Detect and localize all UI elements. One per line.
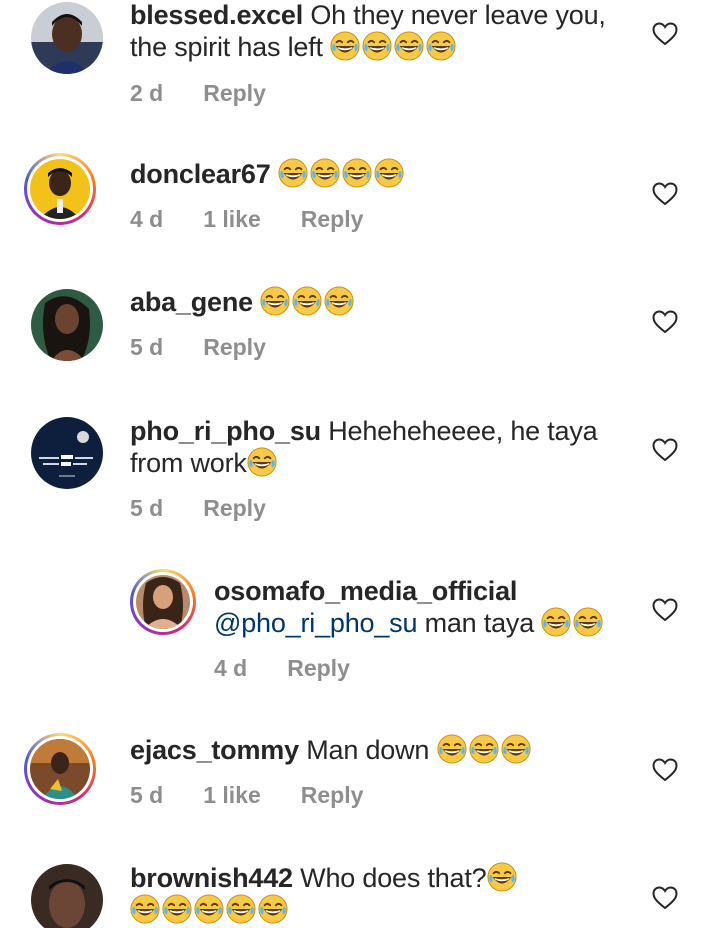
reply-button[interactable]: Reply [301, 782, 364, 809]
joy-emoji-icon [437, 734, 467, 764]
comment-likes[interactable]: 1 like [203, 782, 261, 809]
joy-emoji-icon [310, 158, 340, 188]
avatar-image [31, 289, 103, 361]
like-heart-icon[interactable] [652, 310, 678, 334]
like-heart-icon[interactable] [652, 22, 678, 46]
joy-emoji-icon [324, 286, 354, 316]
comment-text: the spirit has left [130, 32, 323, 62]
comment-text: from work [130, 448, 247, 478]
joy-emoji-icon [374, 158, 404, 188]
avatar[interactable] [31, 864, 103, 928]
comment-username[interactable]: donclear67 [130, 159, 271, 189]
reply-button[interactable]: Reply [203, 495, 266, 522]
avatar-image [136, 575, 190, 629]
avatar-image [31, 864, 103, 928]
comment-meta: 5 d Reply [130, 334, 266, 361]
joy-emoji-icon [130, 894, 160, 924]
joy-emoji-icon [247, 447, 277, 477]
comment-time: 2 d [130, 80, 164, 106]
joy-emoji-icon [260, 286, 290, 316]
avatar[interactable] [31, 2, 103, 74]
reply-button[interactable]: Reply [301, 206, 364, 233]
avatar[interactable] [31, 289, 103, 361]
avatar-image [31, 417, 103, 489]
comment-body: pho_ri_pho_su Heheheheeee, he taya from … [130, 415, 598, 479]
comment-time: 5 d [130, 495, 164, 521]
comment-body: osomafo_media_official @pho_ri_pho_su ma… [214, 575, 605, 639]
avatar[interactable] [31, 417, 103, 489]
joy-emoji-icon [292, 286, 322, 316]
reply-button[interactable]: Reply [203, 334, 266, 361]
reply-button[interactable]: Reply [203, 80, 266, 107]
joy-emoji-icon [426, 31, 456, 61]
mention-link[interactable]: @pho_ri_pho_su [214, 608, 417, 638]
joy-emoji-icon [501, 734, 531, 764]
joy-emoji-icon [226, 894, 256, 924]
joy-emoji-icon [487, 862, 517, 892]
joy-emoji-icon [342, 158, 372, 188]
comment-username[interactable]: ejacs_tommy [130, 735, 299, 765]
avatar-image [30, 159, 90, 219]
comment-username[interactable]: blessed.excel [130, 0, 303, 30]
comment-meta: 4 d 1 like Reply [130, 206, 363, 233]
avatar-image [31, 2, 103, 74]
avatar[interactable] [24, 153, 96, 225]
joy-emoji-icon [541, 607, 571, 637]
reply-button[interactable]: Reply [287, 655, 350, 682]
comment-time: 4 d [130, 206, 164, 232]
like-heart-icon[interactable] [652, 886, 678, 910]
like-heart-icon[interactable] [652, 758, 678, 782]
comment-text: Heheheheeee, he taya [328, 416, 598, 446]
comment-meta: 4 d Reply [214, 655, 350, 682]
avatar[interactable] [24, 733, 96, 805]
comment-text: Man down [306, 735, 430, 765]
avatar[interactable] [130, 569, 196, 635]
comment-likes[interactable]: 1 like [203, 206, 261, 233]
joy-emoji-icon [362, 31, 392, 61]
comment-username[interactable]: pho_ri_pho_su [130, 416, 321, 446]
like-heart-icon[interactable] [652, 598, 678, 622]
comment-text: Who does that? [300, 863, 487, 893]
comment-body: aba_gene [130, 286, 356, 318]
comment-body: blessed.excel Oh they never leave you, t… [130, 0, 606, 63]
comment-text: man taya [424, 608, 535, 638]
comment-username[interactable]: brownish442 [130, 863, 293, 893]
comment-body: brownish442 Who does that? [130, 862, 519, 926]
comment-time: 5 d [130, 782, 164, 808]
comment-username[interactable]: osomafo_media_official [214, 576, 517, 606]
like-heart-icon[interactable] [652, 438, 678, 462]
comment-time: 4 d [214, 655, 248, 681]
comment-meta: 2 d Reply [130, 80, 266, 107]
joy-emoji-icon [573, 607, 603, 637]
avatar-image [30, 739, 90, 799]
joy-emoji-icon [162, 894, 192, 924]
like-heart-icon[interactable] [652, 182, 678, 206]
comment-body: donclear67 [130, 158, 406, 190]
comment-text: Oh they never leave you, [310, 0, 606, 30]
joy-emoji-icon [194, 894, 224, 924]
joy-emoji-icon [394, 31, 424, 61]
comment-body: ejacs_tommy Man down [130, 734, 533, 766]
joy-emoji-icon [278, 158, 308, 188]
comment-time: 5 d [130, 334, 164, 360]
comment-username[interactable]: aba_gene [130, 287, 253, 317]
comment-meta: 5 d 1 like Reply [130, 782, 363, 809]
joy-emoji-icon [469, 734, 499, 764]
joy-emoji-icon [258, 894, 288, 924]
comment-meta: 5 d Reply [130, 495, 266, 522]
joy-emoji-icon [330, 31, 360, 61]
